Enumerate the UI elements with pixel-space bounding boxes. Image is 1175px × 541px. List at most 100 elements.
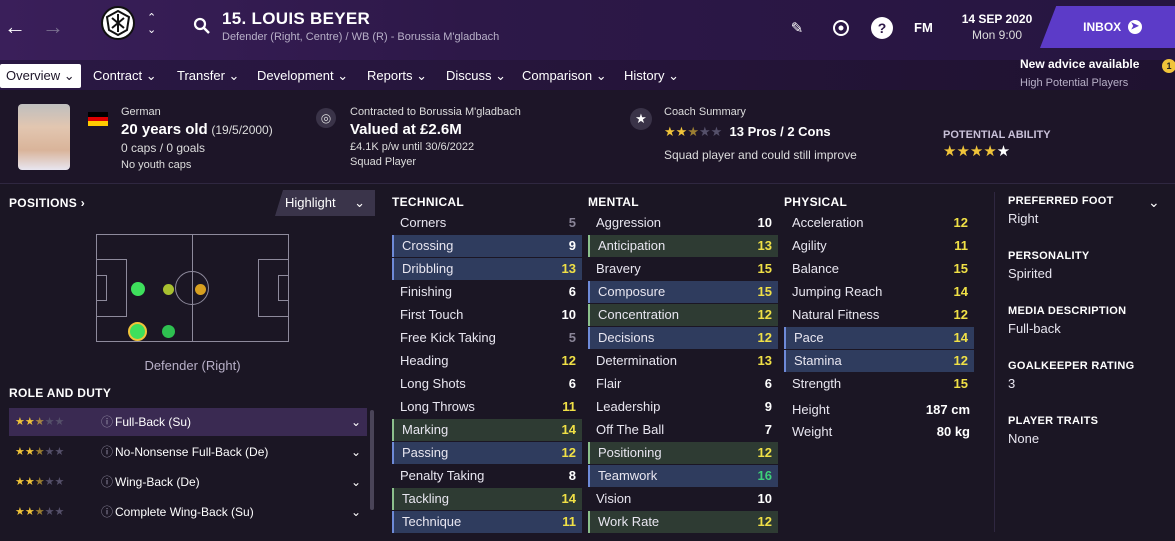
- chevron-down-icon[interactable]: ⌄: [351, 438, 361, 466]
- coach-label: Coach Summary: [664, 106, 746, 118]
- attr-row[interactable]: Acceleration 12: [784, 212, 974, 234]
- role-row[interactable]: ★★★★★ ⓘ Complete Wing-Back (Su) ⌄: [9, 498, 367, 526]
- tab-contract[interactable]: Contract ⌄: [87, 64, 163, 88]
- attr-value: 16: [757, 468, 772, 483]
- attr-name: First Touch: [400, 307, 464, 322]
- attr-row[interactable]: Free Kick Taking 5: [392, 327, 582, 349]
- attr-row[interactable]: Agility 11: [784, 235, 974, 257]
- tab-reports[interactable]: Reports ⌄: [361, 64, 433, 88]
- attr-row[interactable]: Flair 6: [588, 373, 778, 395]
- attr-row[interactable]: Natural Fitness 12: [784, 304, 974, 326]
- contract-label: Contracted to Borussia M'gladbach: [350, 106, 521, 118]
- game-date[interactable]: 14 SEP 2020 Mon 9:00: [942, 12, 1052, 42]
- attr-row[interactable]: Corners 5: [392, 212, 582, 234]
- club-badge-icon: ◎: [316, 108, 336, 128]
- positions-title[interactable]: POSITIONS ›: [9, 196, 85, 210]
- position-dot-wbr[interactable]: [131, 282, 145, 296]
- attr-row[interactable]: Work Rate 12: [588, 511, 778, 533]
- attr-value: 13: [757, 238, 772, 253]
- help-icon[interactable]: ?: [871, 17, 893, 39]
- advice-title[interactable]: New advice available: [1020, 57, 1139, 71]
- attr-row[interactable]: Penalty Taking 8: [392, 465, 582, 487]
- roles-scrollbar[interactable]: [370, 410, 374, 510]
- caps: 0 caps / 0 goals: [121, 141, 206, 155]
- attr-row[interactable]: Bravery 15: [588, 258, 778, 280]
- role-row[interactable]: ★★★★★ ⓘ Wing-Back (De) ⌄: [9, 468, 367, 496]
- attr-row[interactable]: Decisions 12: [588, 327, 778, 349]
- arrow-right-icon[interactable]: →: [40, 14, 66, 40]
- attr-row[interactable]: Leadership 9: [588, 396, 778, 418]
- potential-section: POTENTIAL ABILITY ★★★★★: [943, 129, 1051, 160]
- goal-area-left: [97, 275, 107, 301]
- position-dot-dmr[interactable]: [163, 284, 174, 295]
- attr-row[interactable]: Anticipation 13: [588, 235, 778, 257]
- tab-overview[interactable]: Overview ⌄: [0, 64, 81, 88]
- arrow-left-icon[interactable]: ←: [2, 14, 28, 40]
- attr-row[interactable]: Strength 15: [784, 373, 974, 395]
- attr-value: 12: [953, 307, 968, 322]
- attr-row[interactable]: Long Throws 11: [392, 396, 582, 418]
- top-bar: ← → ⌃ ⌄ 15. LOUIS BEYER Defender (Right, …: [0, 0, 1175, 60]
- highlight-dropdown[interactable]: Highlight ⌄: [275, 190, 375, 216]
- fm-logo[interactable]: FM: [914, 20, 933, 35]
- tab-transfer[interactable]: Transfer ⌄: [171, 64, 245, 88]
- attr-row[interactable]: Jumping Reach 14: [784, 281, 974, 303]
- attr-row[interactable]: Determination 13: [588, 350, 778, 372]
- attr-row[interactable]: Concentration 12: [588, 304, 778, 326]
- coach-section[interactable]: Coach Summary ★★★★★ 13 Pros / 2 Cons Squ…: [664, 106, 857, 162]
- attr-row[interactable]: Aggression 10: [588, 212, 778, 234]
- info-icon[interactable]: ⓘ: [101, 438, 113, 466]
- attr-name: Acceleration: [792, 215, 864, 230]
- tab-label: Transfer: [177, 68, 225, 83]
- attr-row[interactable]: Marking 14: [392, 419, 582, 441]
- role-row[interactable]: ★★★★★ ⓘ Full-Back (Su) ⌄: [9, 408, 367, 436]
- attr-row[interactable]: Tackling 14: [392, 488, 582, 510]
- attr-row[interactable]: Balance 15: [784, 258, 974, 280]
- attr-row[interactable]: Pace 14: [784, 327, 974, 349]
- info-icon[interactable]: ⓘ: [101, 468, 113, 496]
- attr-row[interactable]: Heading 12: [392, 350, 582, 372]
- club-crest-icon[interactable]: [101, 6, 135, 40]
- potential-label: POTENTIAL ABILITY: [943, 129, 1051, 141]
- position-dot-dc[interactable]: [162, 325, 175, 338]
- attr-value: 11: [954, 238, 968, 253]
- tab-comparison[interactable]: Comparison ⌄: [516, 64, 613, 88]
- attr-row[interactable]: Teamwork 16: [588, 465, 778, 487]
- inbox-label: INBOX: [1083, 20, 1122, 34]
- info-icon[interactable]: ⓘ: [101, 408, 113, 436]
- position-dot-mr[interactable]: [195, 284, 206, 295]
- attr-row[interactable]: Dribbling 13: [392, 258, 582, 280]
- attr-row[interactable]: Crossing 9: [392, 235, 582, 257]
- attr-row[interactable]: Finishing 6: [392, 281, 582, 303]
- scout-icon[interactable]: [830, 17, 852, 39]
- attr-row[interactable]: Stamina 12: [784, 350, 974, 372]
- position-dot-dr[interactable]: [128, 322, 147, 341]
- tab-history[interactable]: History ⌄: [618, 64, 685, 88]
- inbox-button[interactable]: INBOX ➤: [1040, 6, 1175, 48]
- attr-row[interactable]: Off The Ball 7: [588, 419, 778, 441]
- chevron-down-icon[interactable]: ⌄: [351, 498, 361, 526]
- attr-value: 12: [757, 330, 772, 345]
- chevron-down-icon[interactable]: ⌄: [351, 408, 361, 436]
- attr-row[interactable]: Vision 10: [588, 488, 778, 510]
- attr-name: Decisions: [598, 330, 655, 345]
- tab-development[interactable]: Development ⌄: [251, 64, 354, 88]
- attr-row[interactable]: First Touch 10: [392, 304, 582, 326]
- info-icon[interactable]: ⓘ: [101, 498, 113, 526]
- attr-row[interactable]: Passing 12: [392, 442, 582, 464]
- nationality: German: [121, 106, 161, 118]
- advice-subtitle[interactable]: High Potential Players: [1020, 77, 1128, 89]
- attr-name: Dribbling: [402, 261, 454, 276]
- chevron-down-icon[interactable]: ⌄: [1148, 194, 1160, 211]
- search-icon[interactable]: [193, 17, 211, 35]
- attr-row[interactable]: Long Shots 6: [392, 373, 582, 395]
- pencil-icon[interactable]: ✎: [786, 17, 808, 39]
- tab-discuss[interactable]: Discuss ⌄: [440, 64, 512, 88]
- chevron-down-icon[interactable]: ⌄: [351, 468, 361, 496]
- chevron-up-down-icon[interactable]: ⌃ ⌄: [147, 12, 156, 36]
- role-row[interactable]: ★★★★★ ⓘ No-Nonsense Full-Back (De) ⌄: [9, 438, 367, 466]
- attr-value: 6: [568, 376, 576, 391]
- attr-row[interactable]: Composure 15: [588, 281, 778, 303]
- attr-row[interactable]: Positioning 12: [588, 442, 778, 464]
- attr-row[interactable]: Technique 11: [392, 511, 582, 533]
